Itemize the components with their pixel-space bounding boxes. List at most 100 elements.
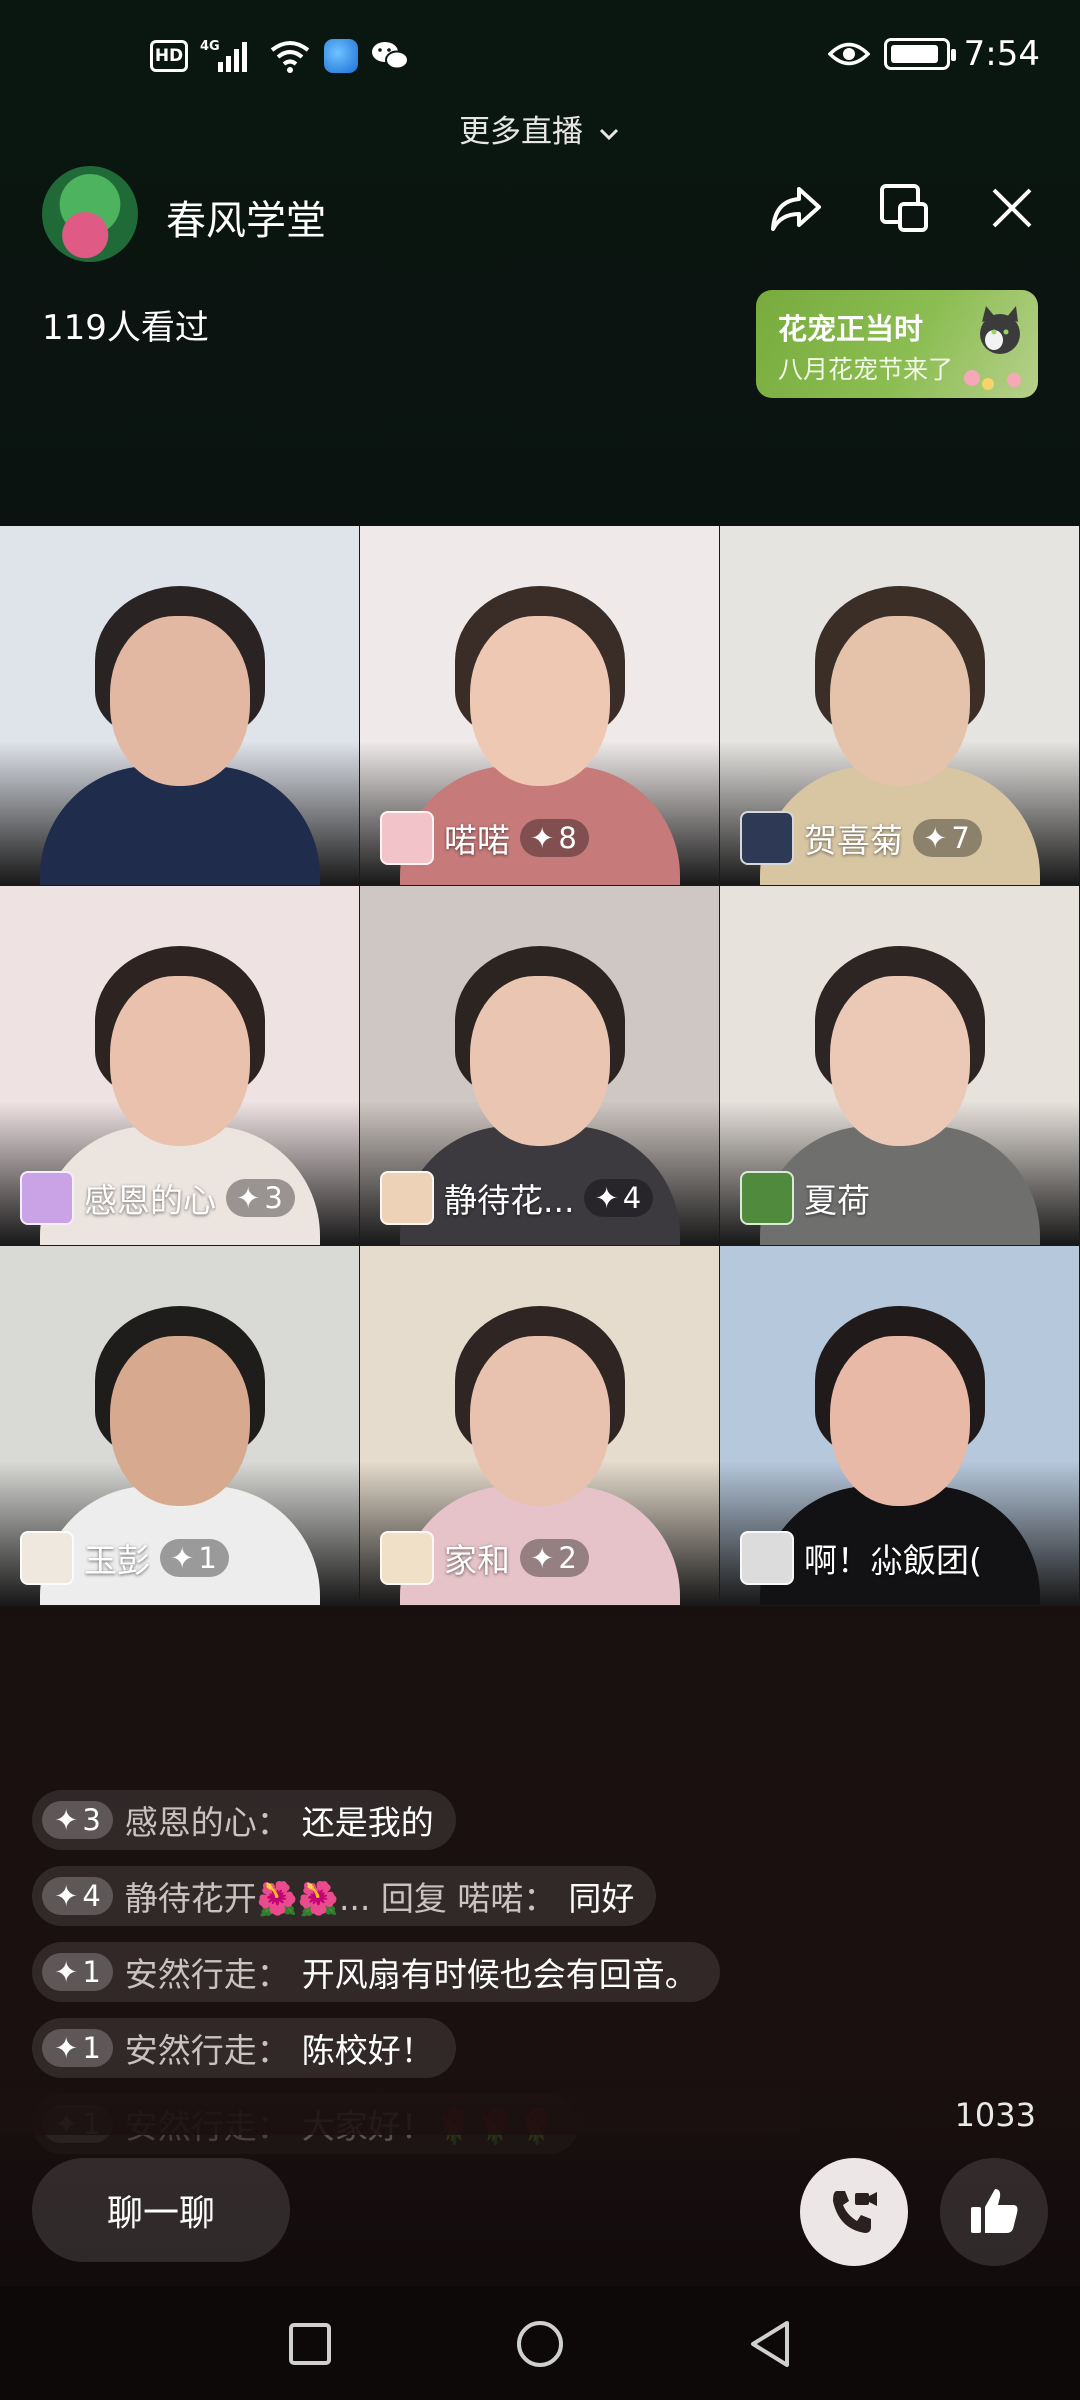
chat-message[interactable]: ✦ 1 安然行走： 陈校好！ bbox=[32, 2018, 456, 2078]
like-button[interactable] bbox=[940, 2158, 1048, 2266]
participant-name: 感恩的心 bbox=[84, 1181, 216, 1220]
wechat-icon bbox=[372, 42, 409, 70]
participant-name: 家和 bbox=[444, 1541, 510, 1580]
video-tile[interactable]: 静待花... ✦ 4 bbox=[360, 886, 719, 1245]
level-badge: ✦ 3 bbox=[226, 1179, 295, 1217]
chat-text: 还是我的 bbox=[301, 1803, 434, 1842]
battery-icon bbox=[883, 38, 956, 70]
participant-label: 喏喏 ✦ 8 bbox=[380, 811, 589, 865]
cat-illustration-icon bbox=[964, 306, 1021, 390]
participant-name: 玉彭 bbox=[84, 1541, 150, 1580]
video-tile[interactable]: 喏喏 ✦ 8 bbox=[360, 526, 719, 885]
wifi-icon bbox=[270, 41, 310, 73]
participant-avatar[interactable] bbox=[380, 811, 434, 865]
phone-video-icon bbox=[833, 2191, 877, 2233]
participant-avatar[interactable] bbox=[740, 1171, 794, 1225]
video-tile[interactable]: 贺喜菊 ✦ 7 bbox=[720, 526, 1079, 885]
room-avatar[interactable] bbox=[42, 166, 138, 262]
navigation-bar bbox=[0, 2286, 1080, 2400]
sparkle-icon: ✦ bbox=[54, 1879, 79, 1913]
level-badge: ✦ 4 bbox=[42, 1877, 113, 1915]
chat-message[interactable]: ✦ 4 静待花开🌺🌺... 回复 喏喏： 同好 bbox=[32, 1866, 657, 1926]
participant-label: 夏荷 bbox=[740, 1171, 870, 1225]
video-tile[interactable] bbox=[0, 526, 359, 885]
level-badge: ✦ 8 bbox=[520, 819, 589, 857]
back-button[interactable] bbox=[742, 2316, 798, 2372]
share-button[interactable] bbox=[768, 180, 824, 236]
sparkle-icon: ✦ bbox=[923, 821, 948, 855]
top-actions bbox=[768, 180, 1040, 236]
chat-input-button[interactable]: 聊一聊 bbox=[32, 2158, 290, 2262]
status-left-icons: HD 4G bbox=[150, 38, 410, 74]
participant-avatar[interactable] bbox=[380, 1171, 434, 1225]
sparkle-icon: ✦ bbox=[530, 821, 555, 855]
chat-username: 静待花开🌺🌺... 回复 喏喏： bbox=[124, 1879, 557, 1918]
more-live-dropdown[interactable]: 更多直播 bbox=[0, 106, 1080, 151]
room-name[interactable]: 春风学堂 bbox=[166, 188, 326, 246]
video-tile[interactable]: 夏荷 bbox=[720, 886, 1079, 1245]
video-tile[interactable]: 家和 ✦ 2 bbox=[360, 1246, 719, 1605]
close-button[interactable] bbox=[984, 180, 1040, 236]
promo-banner[interactable]: 花宠正当时 八月花宠节来了 bbox=[756, 290, 1038, 398]
minimize-window-button[interactable] bbox=[876, 180, 932, 236]
participant-label: 感恩的心 ✦ 3 bbox=[20, 1171, 295, 1225]
chat-text: 陈校好！ bbox=[301, 2031, 434, 2070]
chevron-down-icon bbox=[599, 128, 618, 140]
sparkle-icon: ✦ bbox=[54, 2031, 79, 2065]
participant-label: 家和 ✦ 2 bbox=[380, 1531, 589, 1585]
signal-icon: 4G bbox=[200, 39, 247, 72]
battery-level bbox=[890, 45, 938, 63]
video-grid: 喏喏✦8贺喜菊✦7感恩的心✦3静待花...✦4夏荷玉彭✦1家和✦2啊！尛飯团(.… bbox=[0, 526, 1080, 1606]
sparkle-icon: ✦ bbox=[530, 1541, 555, 1575]
participant-avatar[interactable] bbox=[740, 1531, 794, 1585]
level-badge: ✦1 bbox=[42, 1953, 113, 1991]
level-badge: ✦ 4 bbox=[584, 1179, 654, 1217]
level-badge: ✦1 bbox=[160, 1539, 229, 1577]
participant-avatar[interactable] bbox=[740, 811, 794, 865]
home-button[interactable] bbox=[512, 2316, 568, 2372]
chat-fade-mask bbox=[0, 2075, 800, 2135]
level-value: 2 bbox=[558, 1541, 577, 1575]
participant-figure bbox=[30, 586, 330, 885]
network-type: 4G bbox=[200, 39, 220, 54]
promo-subtitle: 八月花宠节来了 bbox=[778, 355, 954, 384]
eye-icon bbox=[827, 42, 870, 66]
triangle-back-icon bbox=[751, 2321, 789, 2367]
level-badge: ✦ 2 bbox=[520, 1539, 589, 1577]
level-value: 1 bbox=[82, 2031, 101, 2065]
level-value: 1 bbox=[198, 1541, 217, 1575]
video-tile[interactable]: 玉彭 ✦ 1 bbox=[0, 1246, 359, 1605]
sparkle-icon: ✦ bbox=[170, 1541, 195, 1575]
video-tile[interactable]: 感恩的心 ✦ 3 bbox=[0, 886, 359, 1245]
chat-message[interactable]: ✦ 1 安然行走： 开风扇有时候也会有回音。 bbox=[32, 1942, 720, 2002]
participant-label: 静待花... ✦ 4 bbox=[380, 1171, 654, 1225]
sparkle-icon: ✦ bbox=[54, 1803, 79, 1837]
chat-message[interactable]: ✦ 3 感恩的心： 还是我的 bbox=[32, 1790, 456, 1850]
picture-in-picture-icon bbox=[880, 184, 928, 232]
recent-apps-button[interactable] bbox=[282, 2316, 338, 2372]
participant-avatar[interactable] bbox=[380, 1531, 434, 1585]
sparkle-icon: ✦ bbox=[54, 1955, 79, 1989]
browser-app-icon bbox=[324, 39, 358, 73]
level-value: 4 bbox=[82, 1879, 101, 1913]
level-value: 4 bbox=[622, 1181, 642, 1215]
participant-avatar[interactable] bbox=[20, 1171, 74, 1225]
participant-avatar[interactable] bbox=[20, 1531, 74, 1585]
level-value: 7 bbox=[951, 821, 970, 855]
sparkle-icon: ✦ bbox=[594, 1181, 619, 1215]
share-icon bbox=[771, 187, 821, 231]
chat-username: 安然行走： bbox=[124, 2031, 290, 2070]
level-badge: ✦ 3 bbox=[42, 1801, 113, 1839]
clock: 7:54 bbox=[963, 34, 1040, 74]
chat-username: 感恩的心： bbox=[124, 1803, 290, 1842]
participant-label: 贺喜菊 ✦ 7 bbox=[740, 811, 982, 865]
level-value: 3 bbox=[82, 1803, 101, 1837]
status-bar: HD 4G 7:54 bbox=[0, 0, 1080, 120]
level-value: 1 bbox=[82, 1955, 101, 1989]
chat-text: 开风扇有时候也会有回音。 bbox=[301, 1955, 698, 1994]
level-value: 3 bbox=[264, 1181, 283, 1215]
video-tile[interactable]: 啊！尛飯团(... bbox=[720, 1246, 1079, 1605]
like-count: 1033 bbox=[954, 2096, 1036, 2134]
video-call-button[interactable] bbox=[800, 2158, 908, 2266]
chat-text: 同好 bbox=[568, 1879, 635, 1918]
